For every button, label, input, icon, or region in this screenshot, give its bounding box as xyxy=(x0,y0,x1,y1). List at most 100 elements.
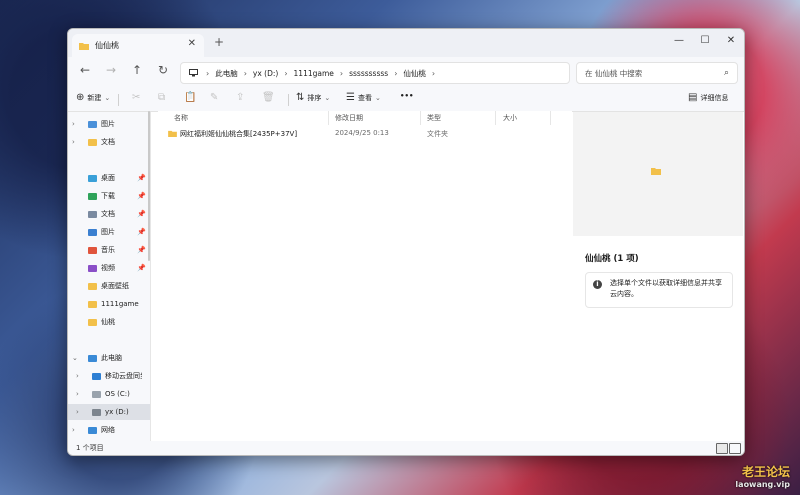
chevron-icon[interactable]: › xyxy=(76,372,79,380)
more-options-button[interactable]: ••• xyxy=(400,92,413,100)
window-controls: — ☐ ✕ xyxy=(666,29,744,51)
documents-icon xyxy=(88,210,97,218)
sidebar-item[interactable]: › OS (C:) xyxy=(68,386,150,402)
delete-icon: 🗑 xyxy=(262,92,275,103)
folder-icon xyxy=(88,138,97,146)
refresh-button[interactable]: ↻ xyxy=(158,63,168,77)
details-pane-button[interactable]: ▤ 详细信息 xyxy=(688,92,728,103)
sidebar-item-label: 文档 xyxy=(101,210,115,218)
column-header-size[interactable]: 大小 xyxy=(503,113,517,123)
preview-area xyxy=(573,112,743,236)
tiles-view-icon[interactable] xyxy=(729,443,741,454)
computer-icon xyxy=(189,69,198,77)
sidebar-scrollbar[interactable] xyxy=(148,111,150,261)
tab-close-icon[interactable]: ✕ xyxy=(188,38,196,49)
sidebar-item[interactable]: 图片 📌 xyxy=(68,224,150,240)
sidebar-item-label: 下载 xyxy=(101,192,115,200)
breadcrumb-separator: › xyxy=(284,68,288,78)
item-count: 1 个项目 xyxy=(76,444,104,452)
sidebar-item[interactable]: › 文档 xyxy=(68,134,150,150)
cut-button[interactable]: ✂ xyxy=(132,92,143,103)
sidebar-item[interactable]: › 移动云盘同步盘 xyxy=(68,368,150,384)
chevron-icon[interactable]: ⌄ xyxy=(72,354,78,362)
sort-button[interactable]: ⇅ 排序 ⌄ xyxy=(296,92,330,103)
cloud-drive-icon xyxy=(92,372,101,380)
details-view-icon[interactable] xyxy=(716,443,728,454)
sidebar-item[interactable]: › 网络 xyxy=(68,422,150,438)
sort-label: 排序 xyxy=(307,93,322,102)
close-button[interactable]: ✕ xyxy=(718,29,744,51)
back-button[interactable]: ← xyxy=(80,63,90,77)
sidebar-item-label: 图片 xyxy=(101,120,115,128)
sidebar-item[interactable]: 桌面 📌 xyxy=(68,170,150,186)
view-icon: ☰ xyxy=(346,92,355,103)
paste-icon: 📋 xyxy=(184,92,197,103)
new-tab-button[interactable]: + xyxy=(214,35,224,49)
view-button[interactable]: ☰ 查看 ⌄ xyxy=(346,92,381,103)
breadcrumb-current-folder[interactable]: 仙仙桃 xyxy=(403,68,426,79)
navigation-pane: › 图片 › 文档 桌面 📌 下载 📌 文档 📌 图片 📌 音乐 📌 视频 📌 桌面壁纸 1111game 仙桃 ⌄ 此… xyxy=(68,112,151,441)
breadcrumb-drive-d[interactable]: yx (D:) xyxy=(253,69,278,78)
address-bar[interactable]: › 此电脑 › yx (D:) › 1111game › ssssssssss … xyxy=(180,62,570,84)
column-header-name[interactable]: 名称 xyxy=(174,113,188,123)
chevron-icon[interactable]: › xyxy=(72,138,75,146)
minimize-button[interactable]: — xyxy=(666,29,692,51)
copy-button[interactable]: ⧉ xyxy=(158,92,168,103)
sidebar-item[interactable]: ⌄ 此电脑 xyxy=(68,350,150,366)
watermark-url: laowang.vip xyxy=(735,480,790,489)
sidebar-item[interactable]: 1111game xyxy=(68,296,150,312)
status-bar: 1 个项目 xyxy=(68,441,744,455)
breadcrumb-1111game[interactable]: 1111game xyxy=(294,69,334,78)
drive-icon xyxy=(92,390,101,398)
chevron-icon[interactable]: › xyxy=(76,390,79,398)
delete-button[interactable]: 🗑 xyxy=(262,92,278,103)
sidebar-item-label: 视频 xyxy=(101,264,115,272)
chevron-icon[interactable]: › xyxy=(72,426,75,434)
tab-current[interactable]: 仙仙桃 ✕ xyxy=(72,34,204,57)
sidebar-item[interactable]: › 图片 xyxy=(68,116,150,132)
file-list: 名称 修改日期 类型 大小 网红福利姬仙仙桃合集[2435P+37V] 2024… xyxy=(158,111,572,441)
sidebar-item[interactable]: 音乐 📌 xyxy=(68,242,150,258)
sort-icon: ⇅ xyxy=(296,92,305,103)
table-row[interactable]: 网红福利姬仙仙桃合集[2435P+37V] 2024/9/25 0:13 文件夹 xyxy=(166,128,556,141)
sidebar-item[interactable]: 下载 📌 xyxy=(68,188,150,204)
breadcrumb-this-pc[interactable]: 此电脑 xyxy=(215,68,238,79)
column-header-type[interactable]: 类型 xyxy=(427,113,441,123)
info-icon: i xyxy=(593,280,602,289)
sidebar-item[interactable]: 文档 📌 xyxy=(68,206,150,222)
column-divider xyxy=(328,111,329,125)
details-pane-label: 详细信息 xyxy=(700,93,729,102)
rename-button[interactable]: ✎ xyxy=(210,92,221,103)
folder-icon xyxy=(168,130,177,137)
details-title: 仙仙桃 (1 项) xyxy=(585,254,639,264)
new-button[interactable]: ⊕ 新建 ⌄ xyxy=(76,92,110,103)
pin-icon: 📌 xyxy=(137,228,146,236)
chevron-down-icon: ⌄ xyxy=(104,93,111,102)
search-input[interactable]: 在 仙仙桃 中搜索 xyxy=(585,68,724,79)
up-button[interactable]: ↑ xyxy=(132,63,142,77)
drive-icon xyxy=(92,408,101,416)
sidebar-item[interactable]: 视频 📌 xyxy=(68,260,150,276)
forward-button[interactable]: → xyxy=(106,63,116,77)
folder-icon xyxy=(88,282,97,290)
chevron-icon[interactable]: › xyxy=(76,408,79,416)
copy-icon: ⧉ xyxy=(158,92,166,103)
maximize-button[interactable]: ☐ xyxy=(692,29,718,51)
breadcrumb-separator: › xyxy=(394,68,398,78)
pin-icon: 📌 xyxy=(137,246,146,254)
pin-icon: 📌 xyxy=(137,174,146,182)
watermark-title: 老王论坛 xyxy=(741,465,790,479)
share-button[interactable]: ⇪ xyxy=(236,92,247,103)
column-header-modified[interactable]: 修改日期 xyxy=(335,113,363,123)
sidebar-item[interactable]: 桌面壁纸 xyxy=(68,278,150,294)
folder-icon xyxy=(88,300,97,308)
details-pane-icon: ▤ xyxy=(688,92,698,103)
column-divider xyxy=(550,111,551,125)
paste-button[interactable]: 📋 xyxy=(184,92,199,103)
chevron-icon[interactable]: › xyxy=(72,120,75,128)
sidebar-item[interactable]: › yx (D:) xyxy=(68,404,150,420)
search-box[interactable]: 在 仙仙桃 中搜索 ⌕ xyxy=(576,62,738,84)
sidebar-item[interactable]: 仙桃 xyxy=(68,314,150,330)
chevron-down-icon: ⌄ xyxy=(374,93,381,102)
breadcrumb-ssssssssss[interactable]: ssssssssss xyxy=(349,69,388,78)
